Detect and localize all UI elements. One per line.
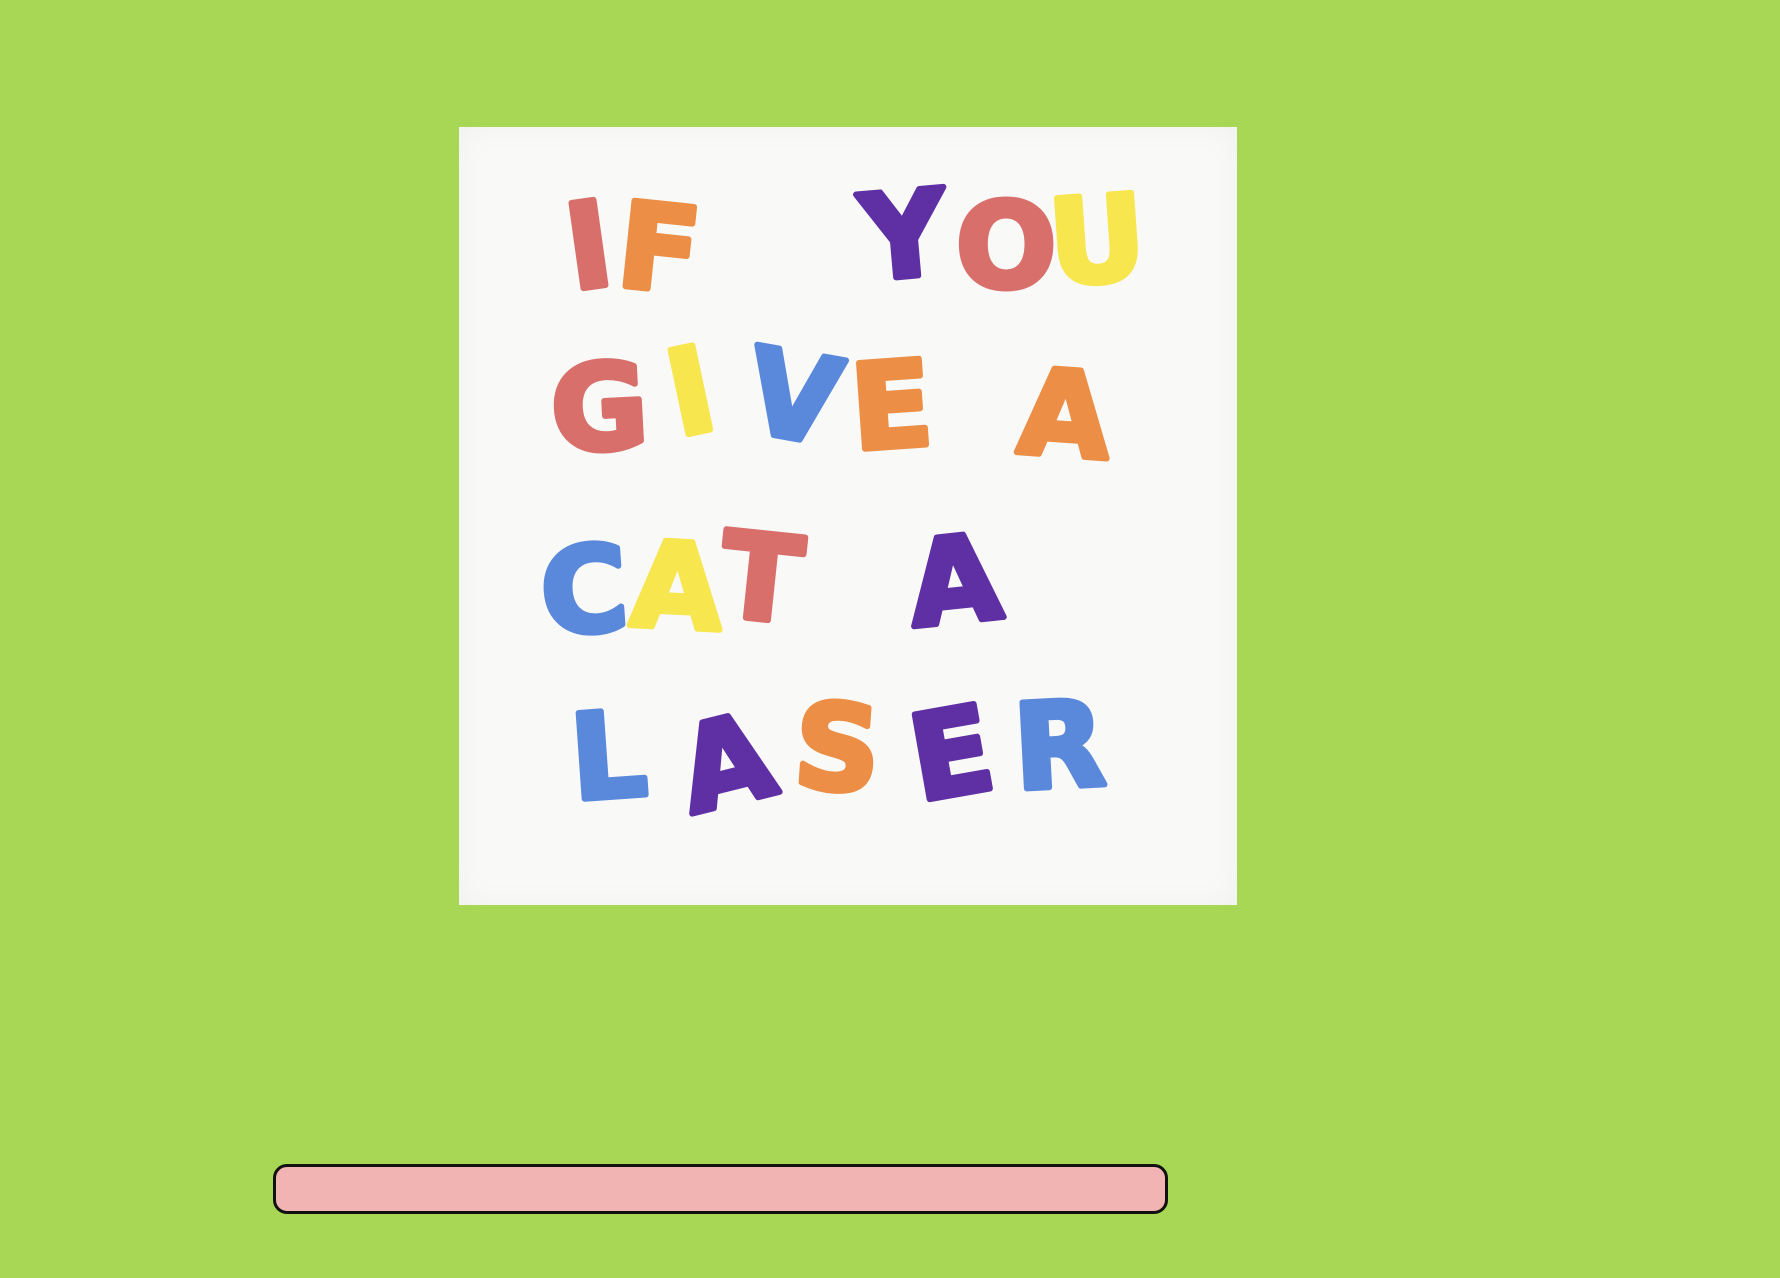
cover-letter: S xyxy=(790,676,884,820)
cover-letter: A xyxy=(1014,342,1115,486)
book-cover-image: I F Y O U G I V E A C A T A L A S E R xyxy=(459,127,1237,905)
cover-letter: L xyxy=(566,685,651,828)
cover-letter: A xyxy=(665,685,787,841)
cover-letter: A xyxy=(627,515,725,658)
cover-letter: Y xyxy=(853,163,954,308)
cover-letter: O xyxy=(956,177,1056,315)
cover-letter: T xyxy=(714,505,808,651)
cover-letter: F xyxy=(612,176,707,322)
cover-letter: C xyxy=(536,519,632,663)
pink-input-bar[interactable] xyxy=(273,1164,1168,1214)
cover-letter: I xyxy=(655,320,727,464)
cover-title-art: I F Y O U G I V E A C A T A L A S E R xyxy=(533,160,1153,844)
cover-letter: R xyxy=(1010,674,1108,817)
cover-letter: E xyxy=(900,679,1003,829)
cover-letter: V xyxy=(737,321,851,473)
cover-letter: G xyxy=(548,337,652,480)
cover-letter: E xyxy=(847,334,937,477)
cover-letter: I xyxy=(557,175,620,318)
cover-letter: U xyxy=(1045,168,1150,312)
cover-letter: A xyxy=(902,507,1007,654)
